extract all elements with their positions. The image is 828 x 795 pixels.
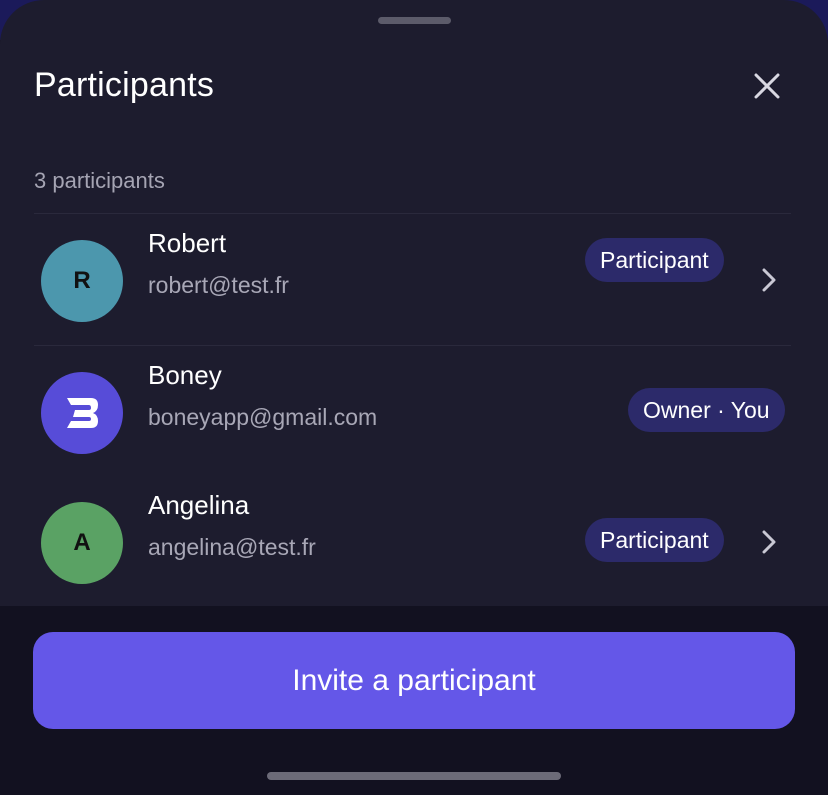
avatar-initial: A — [73, 529, 91, 556]
role-badge: Owner · You — [628, 388, 785, 432]
participant-name: Robert — [148, 228, 227, 258]
page-title: Participants — [34, 66, 215, 104]
participant-name: Boney — [148, 360, 222, 390]
participant-email: boneyapp@gmail.com — [148, 404, 378, 430]
avatar: R — [41, 240, 123, 322]
close-button[interactable] — [748, 67, 786, 105]
avatar-initial: R — [73, 267, 91, 294]
role-badge: Participant — [585, 238, 724, 282]
footer: Invite a participant — [0, 606, 828, 795]
role-badge: Participant — [585, 518, 724, 562]
participants-sheet: Participants 3 participants R Robert rob… — [0, 0, 828, 795]
participant-name: Angelina — [148, 490, 250, 520]
participant-email: robert@test.fr — [148, 272, 289, 298]
sheet-grabber[interactable] — [378, 17, 451, 24]
participant-row-angelina[interactable]: A Angelina angelina@test.fr Participant — [0, 476, 828, 606]
home-indicator — [267, 772, 561, 780]
participant-email: angelina@test.fr — [148, 534, 316, 560]
close-icon — [754, 73, 780, 99]
participant-row-robert[interactable]: R Robert robert@test.fr Participant — [0, 214, 828, 344]
boney-logo-icon — [67, 398, 98, 428]
chevron-right-icon — [754, 527, 784, 557]
participant-count: 3 participants — [34, 168, 165, 193]
chevron-right-icon — [754, 265, 784, 295]
avatar: A — [41, 502, 123, 584]
avatar — [41, 372, 123, 454]
participant-row-boney: Boney boneyapp@gmail.com Owner · You — [0, 346, 828, 476]
invite-participant-button[interactable]: Invite a participant — [33, 632, 795, 729]
